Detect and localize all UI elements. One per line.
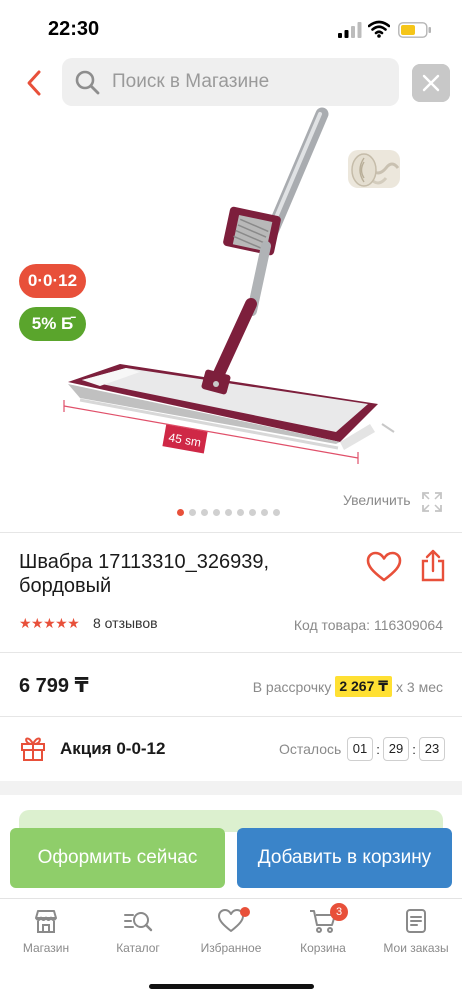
nav-label: Каталог — [116, 941, 160, 955]
product-code: Код товара: 116309064 — [293, 617, 443, 633]
product-image[interactable]: 45 sm — [40, 106, 420, 496]
catalog-search-icon — [124, 912, 153, 932]
buy-now-button[interactable]: Оформить сейчас — [10, 828, 225, 888]
price: 6 799 ₸ — [19, 675, 89, 697]
status-time: 22:30 — [48, 18, 100, 40]
battery-icon — [398, 22, 431, 38]
installment-label: В рассрочку — [252, 678, 332, 695]
search-icon — [75, 70, 100, 95]
nav-item-cart[interactable]: 3 Корзина — [277, 903, 369, 965]
bonus-currency-icon: Б̄ — [61, 314, 74, 333]
close-button[interactable] — [412, 64, 450, 102]
gift-icon — [21, 737, 45, 761]
timer-seconds: 23 — [419, 737, 445, 761]
gallery-pagination[interactable] — [177, 509, 280, 517]
timer-minutes: 29 — [383, 737, 409, 761]
search-box[interactable] — [62, 58, 399, 106]
favorite-heart-icon[interactable] — [366, 551, 402, 583]
installment-amount: 2 267 ₸ — [335, 676, 393, 697]
share-icon[interactable] — [420, 549, 446, 583]
expand-icon[interactable] — [420, 490, 444, 514]
product-title: Швабра 17113310_326939, бордовый — [19, 551, 270, 597]
add-to-cart-button[interactable]: Добавить в корзину — [237, 828, 452, 888]
cashback-value: 5% — [31, 314, 57, 333]
installment-info[interactable]: В рассрочку 2 267 ₸ х 3 мес — [253, 676, 443, 697]
nav-label: Избранное — [200, 941, 262, 955]
timer-separator: : — [376, 741, 380, 757]
cellular-signal-icon — [338, 22, 362, 38]
divider — [0, 652, 462, 653]
reviews-link[interactable]: 8 отзывов — [93, 615, 158, 631]
timer-separator: : — [412, 741, 416, 757]
gallery-dot[interactable] — [261, 509, 268, 516]
gallery-dot[interactable] — [249, 509, 256, 516]
gallery-dot[interactable] — [201, 509, 208, 516]
shop-icon — [35, 910, 57, 933]
promo-badge: 0·0·12 — [19, 264, 86, 298]
nav-label: Магазин — [22, 941, 70, 955]
gallery-dot[interactable] — [225, 509, 232, 516]
nav-item-catalog[interactable]: Каталог — [92, 907, 184, 965]
nav-item-shop[interactable]: Магазин — [0, 907, 92, 965]
countdown-timer: 01 : 29 : 23 — [347, 737, 445, 761]
wifi-icon — [368, 20, 390, 38]
gallery-dot[interactable] — [237, 509, 244, 516]
status-bar: 22:30 — [0, 0, 462, 58]
nav-item-favorites[interactable]: Избранное — [185, 907, 277, 965]
nav-label: Мои заказы — [383, 941, 449, 955]
divider — [0, 716, 462, 717]
gallery-dot[interactable] — [189, 509, 196, 516]
nav-label: Корзина — [300, 941, 346, 955]
product-screen: 22:30 Поиск в Магазине 45 sm 0·0·12 5% Б… — [0, 0, 462, 999]
back-button[interactable] — [18, 66, 52, 100]
divider — [0, 532, 462, 533]
nav-item-orders[interactable]: Мои заказы — [370, 907, 462, 965]
search-input[interactable] — [112, 58, 392, 106]
orders-icon — [406, 909, 426, 933]
installment-term: х 3 мес — [396, 678, 443, 695]
cashback-badge: 5% Б̄ — [19, 307, 86, 341]
gallery-dot[interactable] — [273, 509, 280, 516]
section-separator — [0, 781, 462, 795]
home-indicator — [149, 984, 314, 989]
timer-hours: 01 — [347, 737, 373, 761]
promo-name: Акция 0-0-12 — [60, 739, 166, 758]
gallery-dot[interactable] — [213, 509, 220, 516]
favorites-dot — [240, 907, 250, 917]
zoom-link[interactable]: Увеличить — [343, 492, 411, 508]
remaining-label: Осталось — [279, 741, 342, 757]
cart-count-badge: 3 — [330, 903, 348, 921]
mop-pad-image — [348, 150, 400, 188]
gallery-dot[interactable] — [177, 509, 184, 516]
rating-stars: ★★★★★ — [19, 615, 80, 631]
